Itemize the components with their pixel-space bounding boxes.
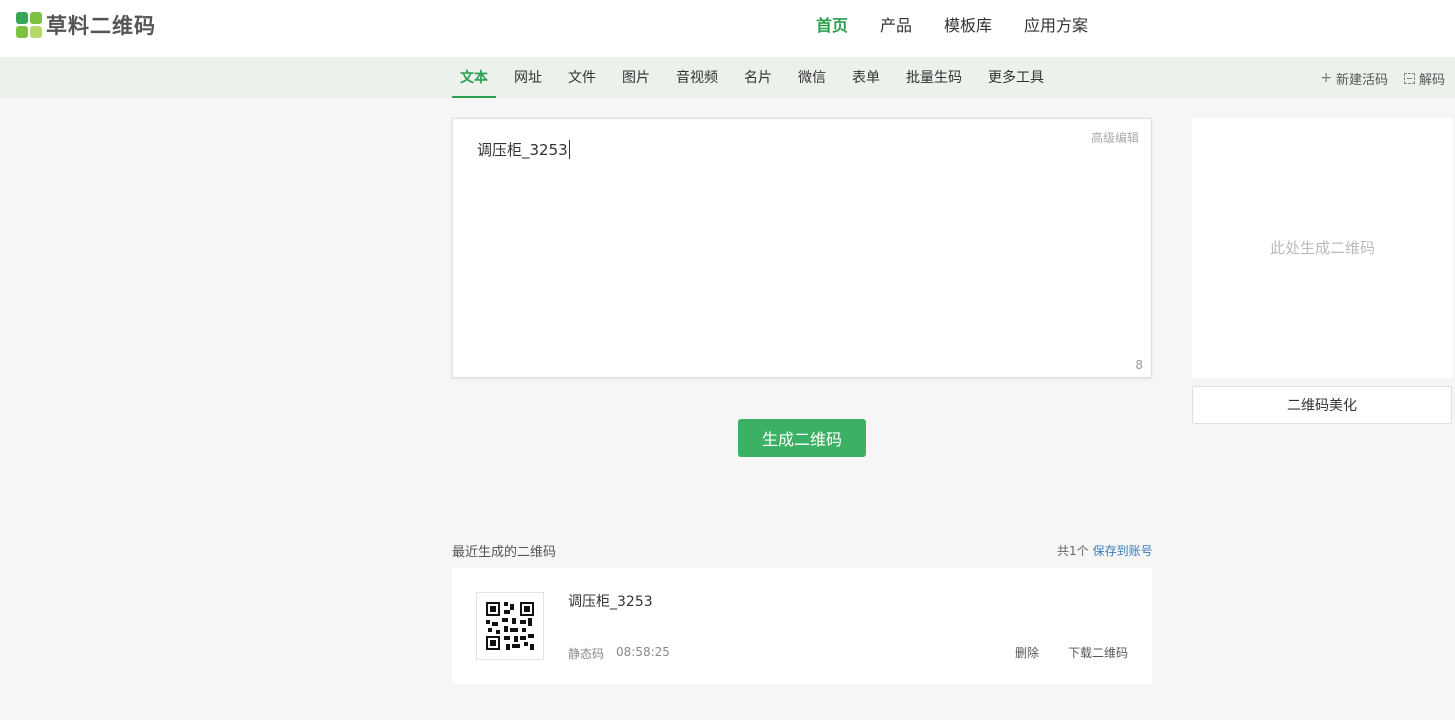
item-time: 08:58:25 (616, 645, 670, 659)
recent-count: 共1个 (1057, 544, 1089, 558)
advanced-edit-link[interactable]: 高级编辑 (1091, 129, 1139, 146)
decode-button[interactable]: 解码 (1403, 69, 1445, 88)
nav-solutions[interactable]: 应用方案 (1024, 15, 1088, 37)
generate-qr-button[interactable]: 生成二维码 (738, 419, 866, 457)
new-live-code-label: 新建活码 (1335, 72, 1388, 88)
qr-thumbnail[interactable] (476, 592, 544, 660)
editor-text-value: 调压柜_3253 (477, 141, 568, 159)
tab-audio-video[interactable]: 音视频 (668, 58, 726, 98)
nav-templates[interactable]: 模板库 (944, 15, 992, 37)
tab-more-tools[interactable]: 更多工具 (980, 58, 1052, 98)
text-caret (568, 140, 570, 159)
tab-bar: 文本 网址 文件 图片 音视频 名片 微信 表单 批量生码 更多工具 (452, 58, 1062, 98)
header: 草料二维码 首页 产品 模板库 应用方案 (0, 0, 1455, 58)
plus-icon: + (1320, 70, 1332, 86)
editor-content[interactable]: 调压柜_3253 (477, 139, 570, 160)
item-type: 静态码 (568, 647, 605, 661)
nav-home[interactable]: 首页 (816, 15, 848, 37)
tab-batch[interactable]: 批量生码 (898, 58, 970, 98)
recent-title: 最近生成的二维码 (452, 545, 557, 560)
qr-code-icon (486, 602, 534, 650)
tab-form[interactable]: 表单 (844, 58, 888, 98)
preview-placeholder: 此处生成二维码 (1269, 239, 1375, 257)
scan-icon (1403, 72, 1415, 84)
tab-wechat[interactable]: 微信 (790, 58, 834, 98)
tab-image[interactable]: 图片 (614, 58, 658, 98)
nav-products[interactable]: 产品 (880, 15, 912, 37)
tab-file[interactable]: 文件 (560, 58, 604, 98)
recent-item: 调压柜_3253 静态码 08:58:25 删除 下载二维码 (452, 568, 1152, 684)
qr-preview: 此处生成二维码 (1192, 118, 1453, 378)
sub-nav: 文本 网址 文件 图片 音视频 名片 微信 表单 批量生码 更多工具 + 新建活… (0, 58, 1455, 98)
char-count: 8 (1135, 358, 1143, 372)
top-nav: 首页 产品 模板库 应用方案 (816, 15, 1120, 37)
text-editor[interactable]: 高级编辑 调压柜_3253 8 (452, 118, 1152, 378)
new-live-code-button[interactable]: + 新建活码 (1320, 69, 1388, 88)
tab-text[interactable]: 文本 (452, 58, 496, 98)
save-to-account-link[interactable]: 保存到账号 (1093, 542, 1153, 559)
beautify-qr-button[interactable]: 二维码美化 (1192, 386, 1452, 424)
subnav-actions: + 新建活码 解码 (1320, 58, 1445, 98)
recent-meta: 共1个 保存到账号 (1057, 542, 1153, 559)
logo[interactable]: 草料二维码 (16, 12, 156, 38)
tab-url[interactable]: 网址 (506, 58, 550, 98)
logo-icon (16, 12, 42, 38)
tab-business-card[interactable]: 名片 (736, 58, 780, 98)
item-name: 调压柜_3253 (568, 594, 653, 610)
decode-label: 解码 (1418, 72, 1445, 88)
download-qr-button[interactable]: 下载二维码 (1068, 644, 1128, 661)
delete-button[interactable]: 删除 (1015, 644, 1039, 661)
logo-text: 草料二维码 (46, 14, 156, 38)
